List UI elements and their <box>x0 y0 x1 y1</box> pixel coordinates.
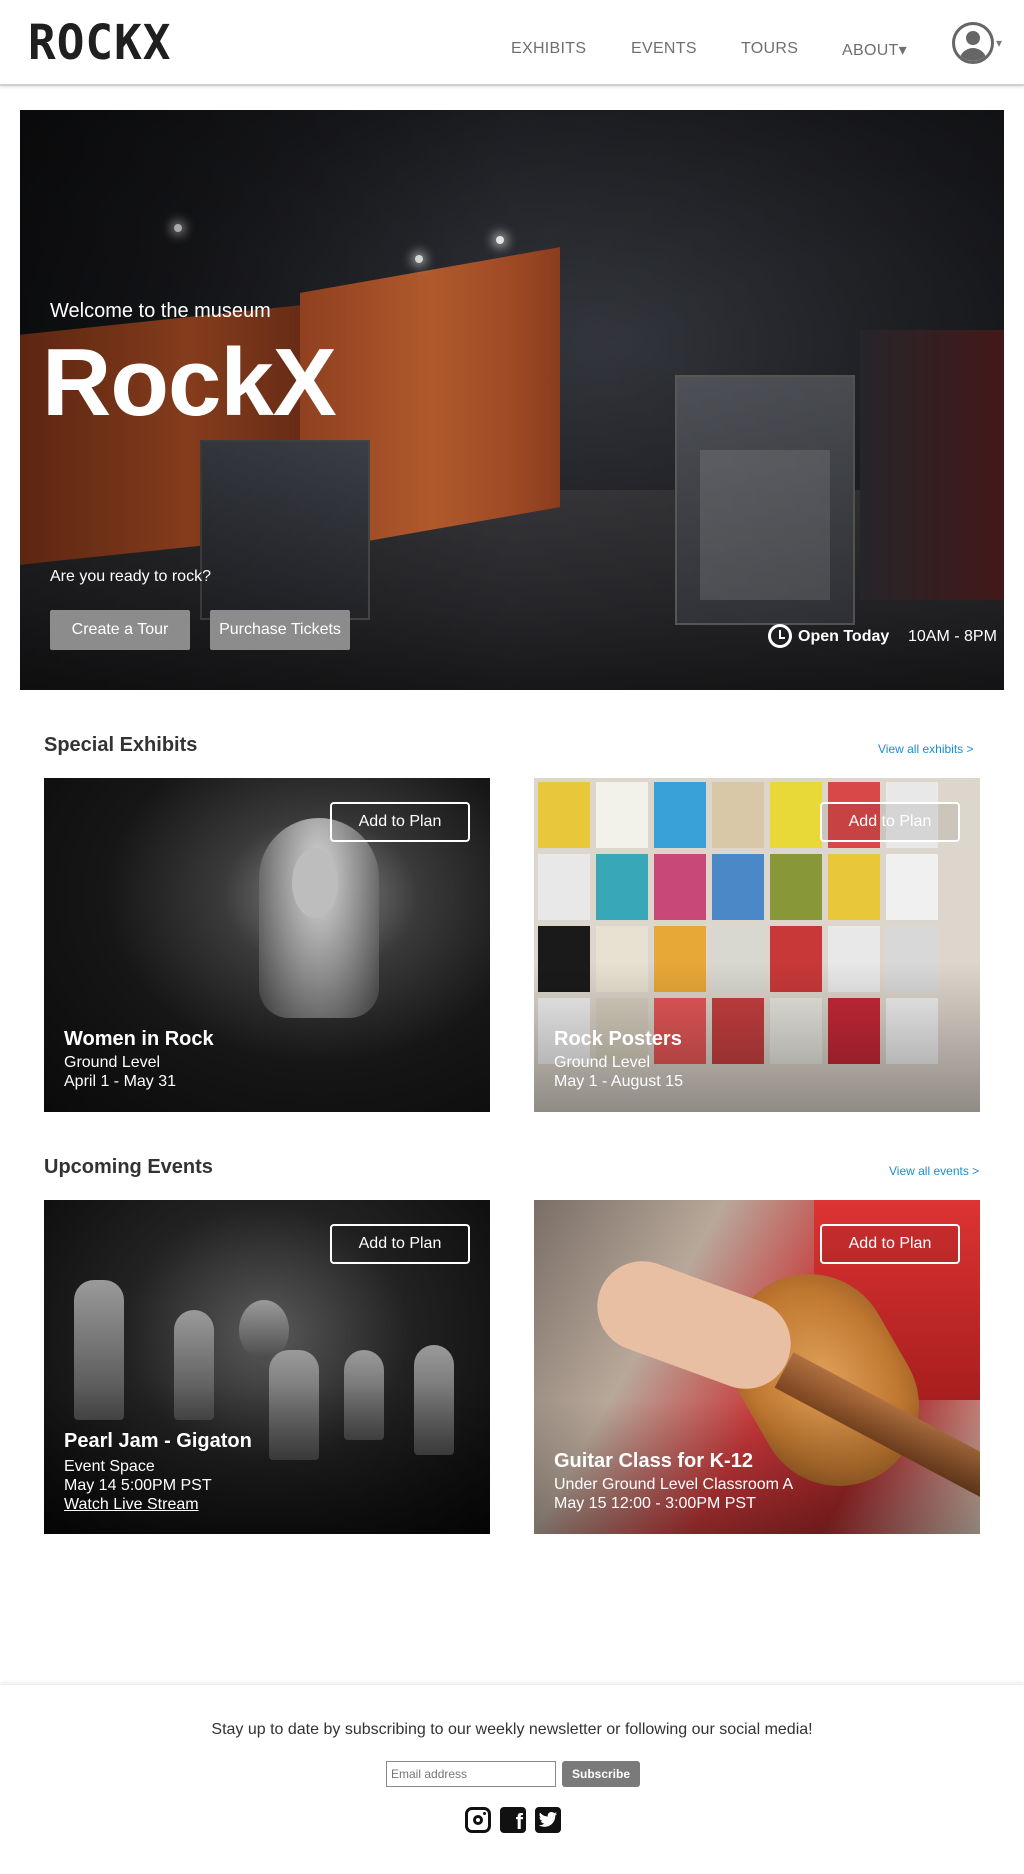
newsletter-text: Stay up to date by subscribing to our we… <box>211 1721 813 1738</box>
account-menu-caret-icon[interactable]: ▾ <box>996 36 1002 50</box>
add-to-plan-button[interactable]: Add to Plan <box>820 802 960 842</box>
upcoming-events-heading: Upcoming Events <box>44 1156 213 1178</box>
nav-tours[interactable]: TOURS <box>741 40 798 58</box>
card-title: Rock Posters <box>554 1028 682 1050</box>
view-all-events-link[interactable]: View all events > <box>889 1164 979 1178</box>
opening-hours: 10AM - 8PM <box>908 628 997 645</box>
instagram-lens <box>473 1815 483 1825</box>
site-logo[interactable]: ROCKX <box>28 17 171 67</box>
email-field[interactable] <box>386 1761 556 1787</box>
twitter-bird-glyph <box>538 1812 558 1827</box>
open-today-label: Open Today <box>798 628 890 645</box>
exhibit-card-women-in-rock[interactable]: Add to Plan Women in Rock Ground Level A… <box>44 778 490 1112</box>
hero-title: RockX <box>42 329 337 436</box>
create-tour-button[interactable]: Create a Tour <box>50 610 190 650</box>
watch-live-stream-link[interactable]: Watch Live Stream <box>64 1496 199 1514</box>
image-singer-face <box>292 848 338 918</box>
avatar-head <box>966 31 980 45</box>
card-location: Ground Level <box>64 1054 161 1071</box>
nav-about[interactable]: ABOUT▾ <box>842 40 907 60</box>
instagram-dot <box>483 1812 486 1815</box>
add-to-plan-button[interactable]: Add to Plan <box>330 1224 470 1264</box>
special-exhibits-heading: Special Exhibits <box>44 734 198 756</box>
avatar-body <box>959 48 987 61</box>
nav-events[interactable]: EVENTS <box>631 40 697 58</box>
event-card-pearl-jam[interactable]: Add to Plan Pearl Jam - Gigaton Event Sp… <box>44 1200 490 1534</box>
hero-question-text: Are you ready to rock? <box>50 568 211 585</box>
nav-exhibits[interactable]: EXHIBITS <box>511 40 586 58</box>
clock-icon <box>768 624 792 648</box>
twitter-icon[interactable] <box>535 1807 561 1833</box>
card-location: Under Ground Level Classroom A <box>554 1476 794 1493</box>
add-to-plan-button[interactable]: Add to Plan <box>820 1224 960 1264</box>
user-avatar-icon[interactable] <box>952 22 994 64</box>
site-footer: Stay up to date by subscribing to our we… <box>0 1684 1024 1874</box>
event-card-guitar-class[interactable]: Add to Plan Guitar Class for K-12 Under … <box>534 1200 980 1534</box>
exhibit-card-rock-posters[interactable]: Add to Plan Rock Posters Ground Level Ma… <box>534 778 980 1112</box>
card-dates: April 1 - May 31 <box>64 1073 177 1090</box>
facebook-icon[interactable]: f <box>500 1807 526 1834</box>
instagram-icon[interactable] <box>465 1807 491 1833</box>
add-to-plan-button[interactable]: Add to Plan <box>330 802 470 842</box>
card-location: Ground Level <box>554 1054 651 1071</box>
card-dates: May 1 - August 15 <box>554 1073 683 1090</box>
card-title: Women in Rock <box>64 1028 214 1050</box>
card-location: Event Space <box>64 1458 155 1475</box>
hero-welcome-text: Welcome to the museum <box>50 300 271 322</box>
card-dates: May 14 5:00PM PST <box>64 1477 212 1494</box>
card-title: Pearl Jam - Gigaton <box>64 1430 252 1452</box>
purchase-tickets-button[interactable]: Purchase Tickets <box>210 610 350 650</box>
view-all-exhibits-link[interactable]: View all exhibits > <box>878 742 974 756</box>
site-header: ROCKX EXHIBITS EVENTS TOURS ABOUT▾ ▾ <box>0 0 1024 86</box>
card-title: Guitar Class for K-12 <box>554 1450 753 1472</box>
subscribe-button[interactable]: Subscribe <box>562 1761 640 1787</box>
card-dates: May 15 12:00 - 3:00PM PST <box>554 1495 756 1512</box>
hero-banner: Welcome to the museum RockX Are you read… <box>20 110 1004 690</box>
